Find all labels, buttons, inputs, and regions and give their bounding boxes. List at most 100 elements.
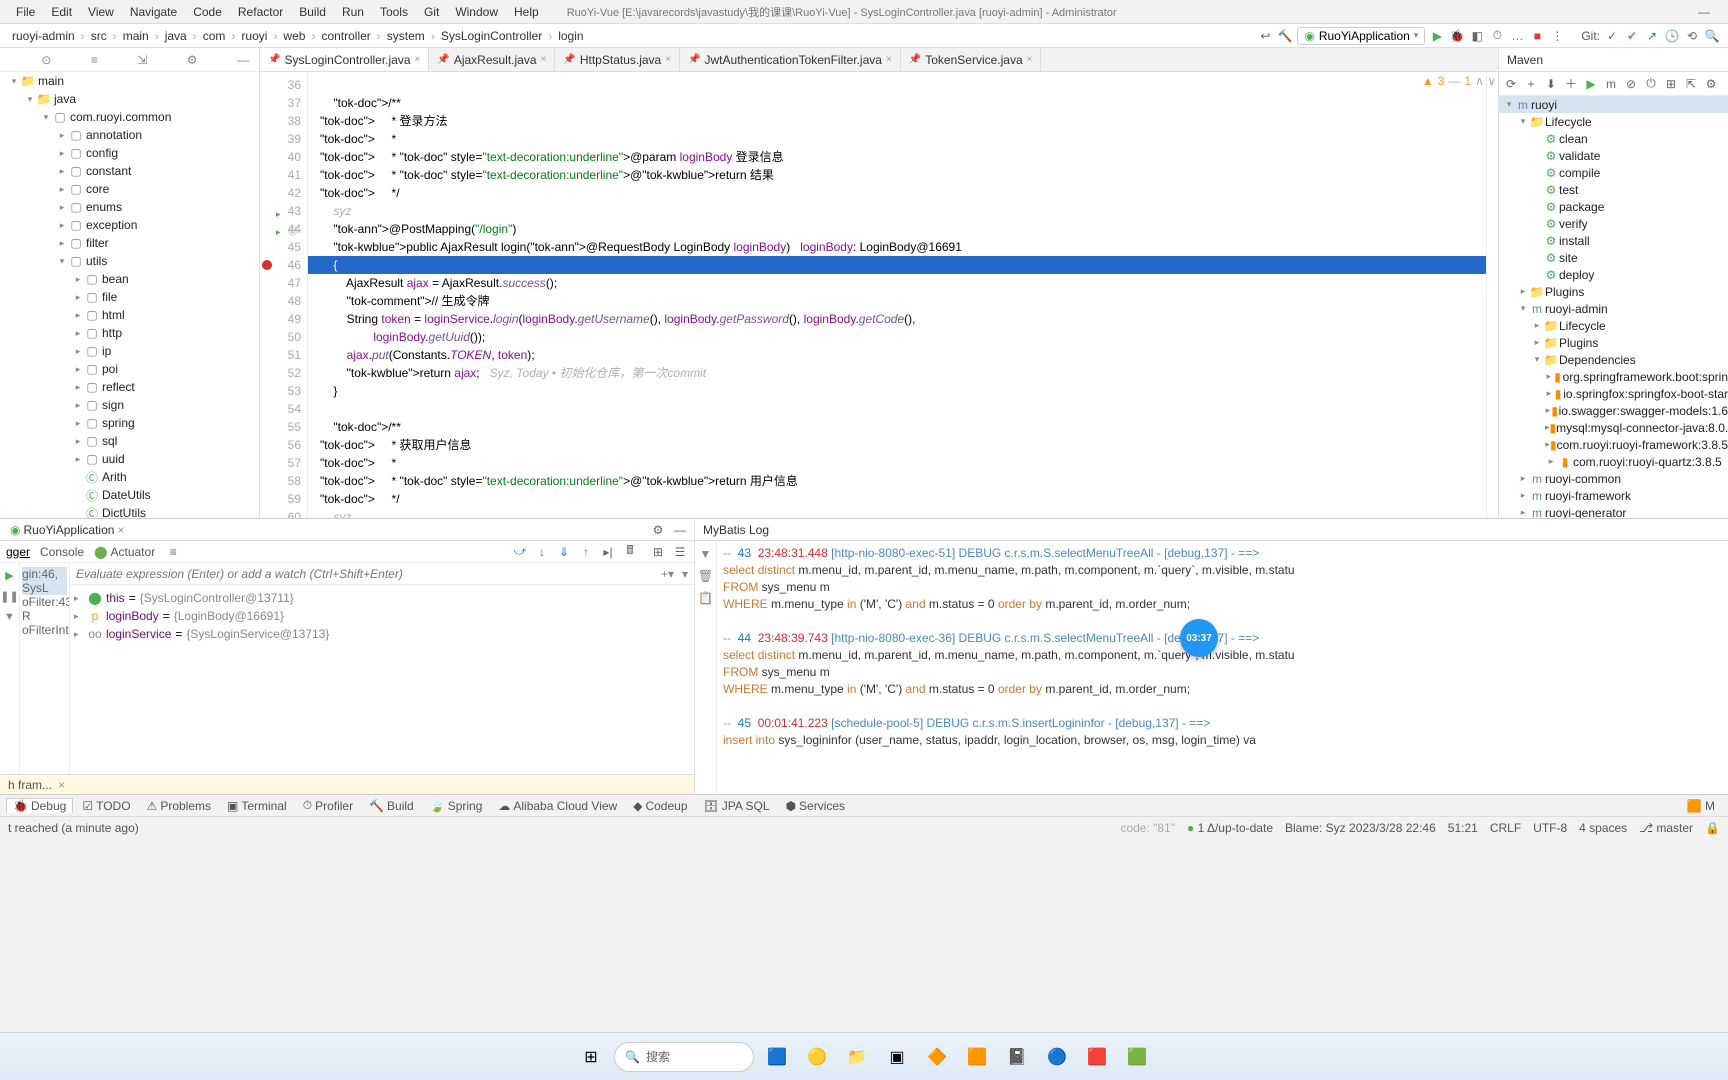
tool-build[interactable]: 🔨 Build <box>362 798 421 814</box>
maven-node[interactable]: ▸▮com.ruoyi:ruoyi-quartz:3.8.5 <box>1499 453 1728 470</box>
crumb[interactable]: com <box>199 29 230 43</box>
variable-row[interactable]: ▸oo loginService = {SysLoginService@1371… <box>74 625 690 643</box>
log-clear-icon[interactable]: 🗑 <box>698 569 713 583</box>
tree-folder[interactable]: ▾📁main <box>0 72 259 90</box>
maven-node[interactable]: ⚙install <box>1499 232 1728 249</box>
tree-folder[interactable]: ▸▢config <box>0 144 259 162</box>
error-stripe[interactable] <box>1486 72 1498 518</box>
status-branch[interactable]: ⎇ master <box>1639 821 1693 835</box>
hammer-icon[interactable]: 🔨 <box>1277 28 1293 44</box>
run-to-cursor-icon[interactable]: ▸| <box>600 544 616 560</box>
crumb[interactable]: web <box>279 29 309 43</box>
tool-codeup[interactable]: ◆ Codeup <box>626 798 694 814</box>
tool-alibaba[interactable]: ☁ Alibaba Cloud View <box>491 798 624 814</box>
tree-folder[interactable]: ▸▢html <box>0 306 259 324</box>
tree-class[interactable]: ⒸDictUtils <box>0 504 259 518</box>
tab-console[interactable]: Console <box>40 545 84 559</box>
debug-run-config-tab[interactable]: ◉RuoYiApplication × <box>6 523 128 537</box>
maven-add-icon[interactable]: ＋ <box>1563 76 1579 92</box>
tree-folder[interactable]: ▸▢annotation <box>0 126 259 144</box>
maven-run-icon[interactable]: ▶ <box>1583 76 1599 92</box>
maven-node[interactable]: ⚙compile <box>1499 164 1728 181</box>
menu-help[interactable]: Help <box>506 5 547 19</box>
maven-node[interactable]: ⚙deploy <box>1499 266 1728 283</box>
maven-reload-icon[interactable]: ⟳ <box>1503 76 1519 92</box>
evaluate-icon[interactable]: 🖩 <box>622 544 638 560</box>
status-indent[interactable]: 4 spaces <box>1579 821 1627 835</box>
tree-folder[interactable]: ▸▢uuid <box>0 450 259 468</box>
step-into-icon[interactable]: ↓ <box>534 544 550 560</box>
menu-view[interactable]: View <box>80 5 122 19</box>
tool-services[interactable]: ⬢ Services <box>779 798 853 814</box>
maven-node[interactable]: ⚙package <box>1499 198 1728 215</box>
maven-download-icon[interactable]: ⬇ <box>1543 76 1559 92</box>
task-edge[interactable]: 🟦 <box>760 1040 794 1074</box>
tool-right-extra[interactable]: 🟧 M <box>1680 798 1722 814</box>
status-blame[interactable]: Blame: Syz 2023/3/28 22:46 <box>1285 821 1436 835</box>
tree-folder[interactable]: ▸▢constant <box>0 162 259 180</box>
mybatis-log-view[interactable]: -- 43 23:48:31.448 [http-nio-8080-exec-5… <box>717 541 1728 794</box>
task-app3[interactable]: 📓 <box>1000 1040 1034 1074</box>
task-intellij[interactable]: 🟥 <box>1080 1040 1114 1074</box>
maven-generate-icon[interactable]: + <box>1523 76 1539 92</box>
maven-show-icon[interactable]: ⊞ <box>1663 76 1679 92</box>
collapse-all-icon[interactable]: ≡ <box>87 53 102 67</box>
crumb[interactable]: ruoyi-admin <box>8 29 79 43</box>
maven-node[interactable]: ▸▮org.springframework.boot:sprin <box>1499 368 1728 385</box>
evaluate-expression-input[interactable] <box>76 567 653 581</box>
menu-tools[interactable]: Tools <box>372 5 416 19</box>
tree-folder[interactable]: ▸▢reflect <box>0 378 259 396</box>
maven-node[interactable]: ▾📁Dependencies <box>1499 351 1728 368</box>
editor-tab[interactable]: 📌SysLoginController.java× <box>260 48 429 71</box>
task-app4[interactable]: 🔵 <box>1040 1040 1074 1074</box>
maven-node[interactable]: ▸▮com.ruoyi:ruoyi-framework:3.8.5 <box>1499 436 1728 453</box>
vcs-update-icon[interactable]: ✓ <box>1604 28 1620 44</box>
menu-refactor[interactable]: Refactor <box>230 5 291 19</box>
tree-folder[interactable]: ▸▢filter <box>0 234 259 252</box>
tree-folder[interactable]: ▸▢sql <box>0 432 259 450</box>
vcs-push-icon[interactable]: ↗ <box>1644 28 1660 44</box>
run-configuration-selector[interactable]: ◉ RuoYiApplication ▾ <box>1297 27 1425 45</box>
debug-icon[interactable]: 🐞 <box>1449 28 1465 44</box>
maven-node[interactable]: ⚙site <box>1499 249 1728 266</box>
log-copy-icon[interactable]: 📋 <box>698 591 713 605</box>
force-step-into-icon[interactable]: ⇓ <box>556 544 572 560</box>
task-app5[interactable]: 🟩 <box>1120 1040 1154 1074</box>
maven-target-icon[interactable]: m <box>1603 76 1619 92</box>
maven-offline-icon[interactable]: ⏻ <box>1643 76 1659 92</box>
maven-node[interactable]: ⚙test <box>1499 181 1728 198</box>
crumb[interactable]: system <box>383 29 429 43</box>
tree-folder[interactable]: ▸▢poi <box>0 360 259 378</box>
tree-folder[interactable]: ▸▢bean <box>0 270 259 288</box>
tree-folder[interactable]: ▸▢enums <box>0 198 259 216</box>
coverage-icon[interactable]: ◧ <box>1469 28 1485 44</box>
tree-folder[interactable]: ▸▢exception <box>0 216 259 234</box>
lock-icon[interactable]: 🔒 <box>1705 821 1720 835</box>
crumb-class[interactable]: SysLoginController <box>437 29 546 43</box>
maven-node[interactable]: ▾📁Lifecycle <box>1499 113 1728 130</box>
frames-panel[interactable]: gin:46, SysL oFilter:43, R oFilterIntern <box>20 563 70 774</box>
menu-navigate[interactable]: Navigate <box>122 5 185 19</box>
stop-icon[interactable]: ■ <box>1529 28 1545 44</box>
maven-node[interactable]: ▾mruoyi-admin <box>1499 300 1728 317</box>
crumb[interactable]: src <box>87 29 111 43</box>
task-app2[interactable]: 🟧 <box>960 1040 994 1074</box>
editor-tab[interactable]: 📌TokenService.java× <box>901 48 1042 71</box>
maven-node[interactable]: ▸mruoyi-common <box>1499 470 1728 487</box>
profile-icon[interactable]: ⏱ <box>1489 28 1505 44</box>
status-encoding[interactable]: UTF-8 <box>1533 821 1567 835</box>
maven-node[interactable]: ⚙verify <box>1499 215 1728 232</box>
tab-actuator[interactable]: ⬤Actuator <box>94 545 155 559</box>
task-wps[interactable]: 🔶 <box>920 1040 954 1074</box>
tab-debugger[interactable]: gger <box>6 545 30 559</box>
tool-terminal[interactable]: ▣ Terminal <box>220 798 294 814</box>
tool-jpasql[interactable]: 🗄 JPA SQL <box>697 798 777 814</box>
maven-node[interactable]: ▾mruoyi <box>1499 96 1728 113</box>
maven-skip-tests-icon[interactable]: ⊘ <box>1623 76 1639 92</box>
tool-spring[interactable]: 🍃 Spring <box>423 798 490 814</box>
floating-timer-bubble[interactable]: 03:37 <box>1180 619 1218 657</box>
step-out-icon[interactable]: ↑ <box>578 544 594 560</box>
minimize-button[interactable]: — <box>1688 5 1720 19</box>
tree-folder[interactable]: ▸▢ip <box>0 342 259 360</box>
task-chrome[interactable]: 🟡 <box>800 1040 834 1074</box>
